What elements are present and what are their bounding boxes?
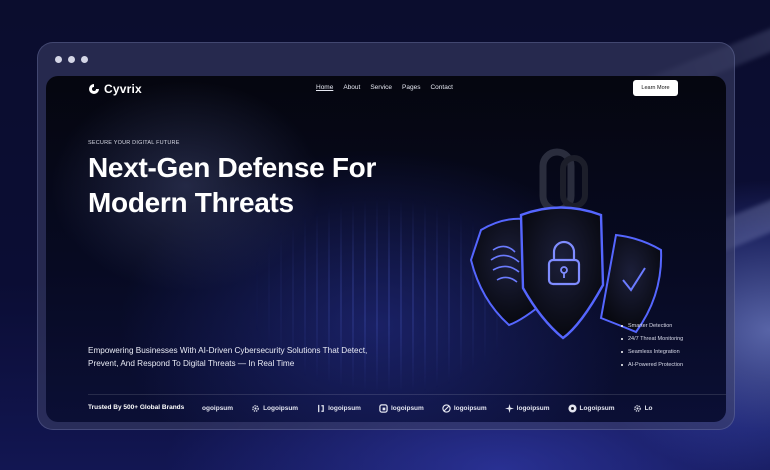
partner-logo-text: Lo — [644, 404, 653, 412]
bullet-icon — [621, 350, 623, 353]
feature-label: Seamless Integration — [628, 348, 680, 355]
bullet-icon — [621, 363, 623, 366]
feature-label: 24/7 Threat Monitoring — [628, 335, 684, 342]
partner-logo-text: Logoipsum — [579, 404, 615, 412]
shield-lock-illustration — [469, 148, 663, 340]
navbar: Cyvrix Home About Service Pages Contact … — [46, 76, 726, 104]
gear-icon — [252, 404, 259, 412]
partner-logo: Logoipsum — [251, 404, 298, 413]
partner-logo-text: ogoipsum — [202, 404, 234, 412]
feature-label: AI-Powered Protection — [628, 361, 684, 368]
nav-item-contact[interactable]: Contact — [430, 84, 452, 91]
partner-logo-text: Logoipsum — [263, 404, 299, 412]
gear-icon — [633, 404, 641, 412]
nav-menu: Home About Service Pages Contact — [316, 84, 453, 91]
website-screen: Cyvrix Home About Service Pages Contact … — [46, 76, 726, 422]
trusted-label: Trusted By 500+ Global Brands — [88, 404, 185, 411]
feature-list: Smarter Detection 24/7 Threat Monitoring… — [621, 319, 683, 371]
partner-logo-text: logoipsum — [328, 404, 361, 412]
nav-item-service[interactable]: Service — [370, 84, 392, 91]
bullet-icon — [621, 337, 623, 340]
bullet-icon — [621, 324, 623, 327]
hero-eyebrow: SECURE YOUR DIGITAL FUTURE — [88, 140, 180, 146]
hero-subtitle: Empowering Businesses With AI-Driven Cyb… — [88, 344, 418, 370]
window-dot[interactable] — [68, 56, 75, 63]
partner-logo: ogoipsum — [202, 405, 233, 412]
nav-item-pages[interactable]: Pages — [402, 84, 420, 91]
feature-item: Smarter Detection — [621, 319, 683, 332]
nav-item-home[interactable]: Home — [316, 84, 333, 91]
feature-item: AI-Powered Protection — [621, 358, 683, 371]
feature-item: 24/7 Threat Monitoring — [621, 332, 683, 345]
slash-circle-icon — [442, 403, 451, 413]
hero-title-line: Modern Threats — [88, 187, 294, 218]
hero-subtitle-line: Prevent, And Respond To Digital Threats … — [88, 359, 295, 368]
hero-subtitle-line: Empowering Businesses With AI-Driven Cyb… — [88, 346, 368, 355]
partner-logo: logoipsum — [316, 404, 361, 413]
partner-logo: logoipsum — [379, 403, 424, 413]
flower-icon — [567, 403, 577, 413]
hero-title: Next-Gen Defense For Modern Threats — [88, 150, 376, 220]
browser-window: Cyvrix Home About Service Pages Contact … — [37, 42, 735, 430]
sparkle-icon — [504, 403, 514, 413]
brand-name: Cyvrix — [104, 82, 142, 96]
partner-logo: Logoipsum — [567, 403, 615, 413]
partner-logo-text: logoipsum — [390, 404, 424, 412]
brand-icon — [89, 84, 99, 94]
feature-label: Smarter Detection — [628, 322, 673, 329]
bracket-icon — [318, 404, 324, 412]
section-divider — [88, 394, 726, 395]
window-dot[interactable] — [81, 56, 88, 63]
feature-item: Seamless Integration — [621, 345, 683, 358]
learn-more-button[interactable]: Learn More — [633, 80, 678, 96]
window-dot[interactable] — [55, 56, 62, 63]
partner-logo: logoipsum — [504, 403, 550, 413]
hero-title-line: Next-Gen Defense For — [88, 152, 377, 183]
partner-logo-text: logoipsum — [516, 404, 550, 412]
nav-item-about[interactable]: About — [343, 84, 360, 91]
partner-logo: Lo — [633, 404, 653, 413]
square-icon — [379, 403, 388, 413]
partner-logo: logoipsum — [442, 403, 487, 413]
window-controls — [55, 56, 88, 63]
brand-logo[interactable]: Cyvrix — [88, 82, 142, 96]
partner-logos: ogoipsum Logoipsum logoipsum logoipsum l… — [202, 401, 671, 415]
partner-logo-text: logoipsum — [453, 404, 487, 412]
